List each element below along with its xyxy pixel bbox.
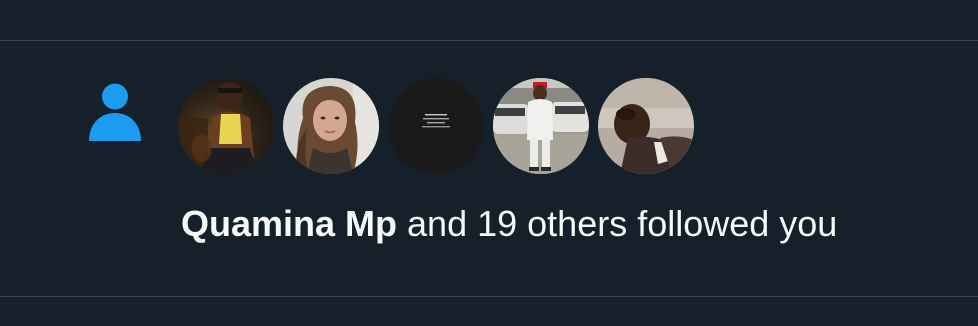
avatar-3[interactable] — [388, 78, 484, 174]
notification-rest-text: and 19 others followed you — [397, 203, 838, 244]
avatar-5[interactable] — [598, 78, 694, 174]
person-icon — [89, 83, 141, 141]
follower-avatars — [178, 78, 694, 174]
avatar-1[interactable] — [178, 78, 274, 174]
follower-name-link[interactable]: Quamina Mp — [181, 203, 397, 244]
notification-text: Quamina Mp and 19 others followed you — [181, 198, 837, 250]
avatar-4[interactable] — [493, 78, 589, 174]
avatar-2[interactable] — [283, 78, 379, 174]
bottom-divider — [0, 296, 978, 297]
